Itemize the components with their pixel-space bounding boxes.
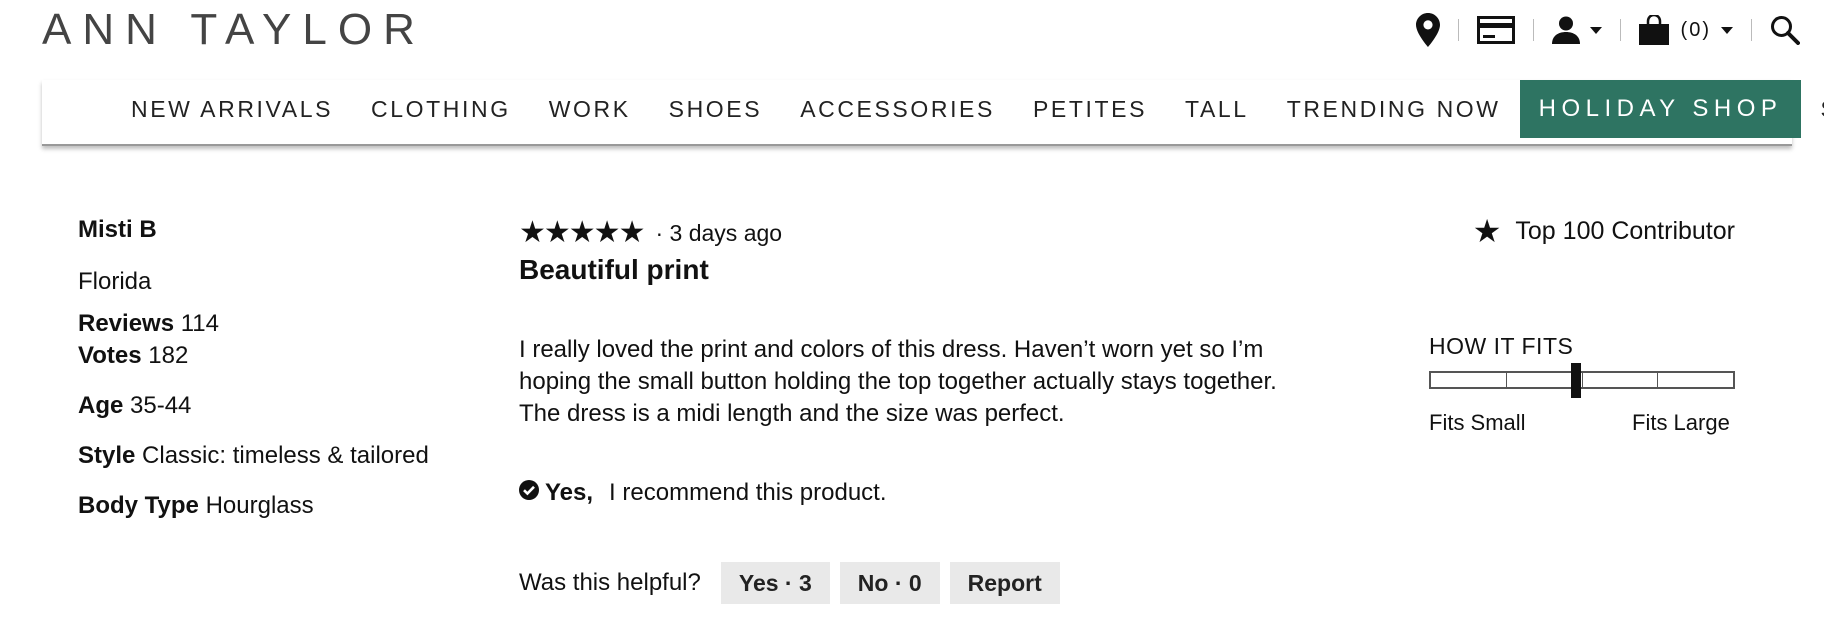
report-button[interactable]: Report: [949, 562, 1060, 604]
star-icon: ★: [1472, 213, 1502, 249]
account-icon: [1551, 16, 1580, 44]
store-locator-button[interactable]: [1398, 8, 1458, 52]
review-body: I really loved the print and colors of t…: [519, 334, 1369, 430]
main-nav-list: NEW ARRIVALS CLOTHING WORK SHOES ACCESSORIES…: [112, 80, 1824, 138]
nav-item-shoes[interactable]: SHOES: [650, 80, 782, 138]
utility-bar: (0): [1398, 8, 1804, 52]
review-body-line: The dress is a midi length and the size …: [519, 400, 1065, 427]
reviewer-body-type: Body Type Hourglass: [78, 492, 314, 519]
star-rating-icon: ★★★★★: [519, 216, 645, 249]
nav-item-petites[interactable]: PETITES: [1014, 80, 1166, 138]
nav-item-new-arrivals[interactable]: NEW ARRIVALS: [112, 80, 352, 138]
review-title: Beautiful print: [519, 254, 709, 285]
credit-card-button[interactable]: [1459, 8, 1533, 52]
search-icon: [1770, 15, 1800, 45]
helpful-yes-button[interactable]: Yes · 3: [720, 562, 830, 604]
shopping-bag-icon: [1638, 15, 1669, 45]
recommendation: Yes, I recommend this product.: [519, 479, 887, 507]
reviewer-age: Age 35-44: [78, 392, 192, 419]
chevron-down-icon: [1589, 26, 1602, 34]
fit-title: HOW IT FITS: [1429, 333, 1574, 359]
nav-item-work[interactable]: WORK: [530, 80, 650, 138]
review-date: · 3 days ago: [655, 219, 783, 246]
brand-logo[interactable]: ANN TAYLOR: [42, 8, 426, 52]
reviewer-location: Florida: [78, 268, 152, 295]
reviewer-name: Misti B: [78, 216, 157, 243]
review-body-line: hoping the small button holding the top …: [519, 368, 1277, 395]
recommend-text: I recommend this product.: [609, 479, 887, 506]
location-pin-icon: [1415, 13, 1440, 47]
account-menu-button[interactable]: [1534, 8, 1620, 52]
reviewer-votes: Votes 182: [78, 342, 189, 369]
fit-segment: [1583, 373, 1659, 387]
helpful-row: Was this helpful? Yes · 3 No · 0 Report: [519, 562, 1070, 604]
fit-segment: [1431, 373, 1507, 387]
recommend-yes: Yes,: [545, 479, 594, 506]
credit-card-icon: [1476, 16, 1515, 44]
reviewer-style: Style Classic: timeless & tailored: [78, 442, 429, 469]
search-button[interactable]: [1752, 8, 1804, 52]
review-rating-row: ★★★★★ · 3 days ago: [519, 218, 782, 248]
nav-item-sale[interactable]: SALE: [1801, 80, 1824, 138]
reviewer-reviews: Reviews 114: [78, 310, 219, 337]
contributor-badge: ★ Top 100 Contributor: [1472, 213, 1735, 249]
main-nav: NEW ARRIVALS CLOTHING WORK SHOES ACCESSORIES…: [42, 80, 1824, 146]
chevron-down-icon: [1721, 26, 1733, 34]
nav-item-clothing[interactable]: CLOTHING: [352, 80, 530, 138]
fit-scale: [1429, 371, 1735, 389]
review-body-line: I really loved the print and colors of t…: [519, 336, 1264, 363]
fits-large-label: Fits Large: [1632, 410, 1730, 435]
bag-count: (0): [1680, 18, 1711, 41]
fit-segment: [1658, 373, 1733, 387]
shopping-bag-button[interactable]: (0): [1621, 8, 1751, 52]
nav-item-trending-now[interactable]: TRENDING NOW: [1268, 80, 1520, 138]
nav-item-tall[interactable]: TALL: [1166, 80, 1268, 138]
fit-marker: [1570, 363, 1581, 398]
fits-small-label: Fits Small: [1429, 410, 1526, 435]
nav-item-accessories[interactable]: ACCESSORIES: [781, 80, 1014, 138]
check-circle-icon: [519, 479, 539, 507]
nav-item-holiday-shop[interactable]: HOLIDAY SHOP: [1519, 80, 1802, 138]
badge-label: Top 100 Contributor: [1515, 216, 1735, 245]
helpful-no-button[interactable]: No · 0: [839, 562, 940, 604]
helpful-label: Was this helpful?: [519, 569, 701, 596]
